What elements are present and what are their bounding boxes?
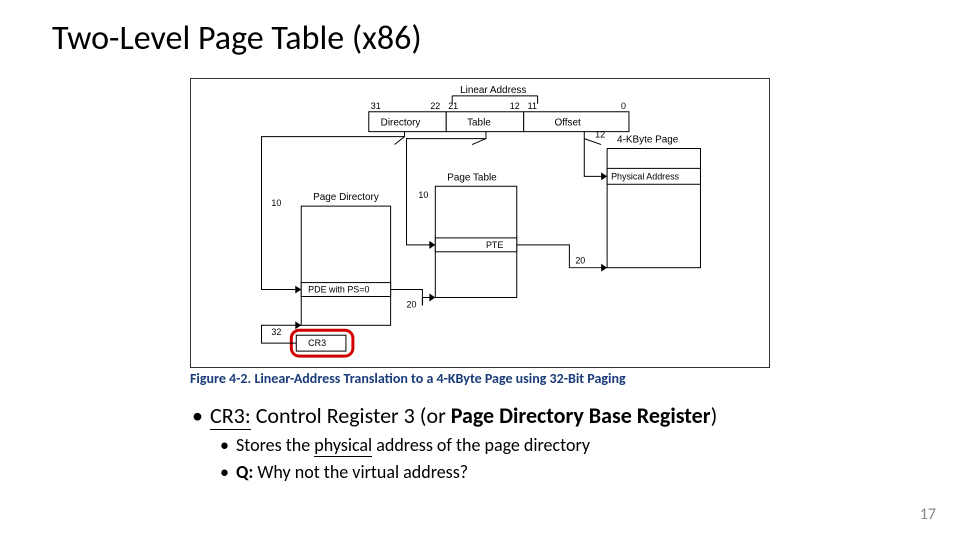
arrow-12: 12 bbox=[595, 130, 605, 140]
arrow-10a: 10 bbox=[271, 198, 281, 208]
bullet-question: Q: Why not the virtual address? bbox=[192, 461, 872, 484]
paging-diagram-svg: Linear Address 31 22 21 12 11 0 Director… bbox=[191, 79, 769, 367]
bullet-physical-underline: physical bbox=[314, 434, 372, 457]
bullet-cr3-rest: Control Register 3 (or bbox=[251, 402, 451, 429]
field-table: Table bbox=[467, 118, 491, 129]
linear-address-label: Linear Address bbox=[460, 85, 526, 96]
bullet-cr3-close: ) bbox=[711, 402, 718, 429]
bullet-question-rest: Why not the virtual address? bbox=[253, 461, 468, 483]
arrow-20a: 20 bbox=[407, 299, 417, 309]
field-offset: Offset bbox=[554, 118, 581, 129]
bullet-physical: Stores the physical address of the page … bbox=[192, 434, 872, 457]
four-kbyte-page-label: 4-KByte Page bbox=[617, 135, 679, 146]
bullet-physical-post: address of the page directory bbox=[372, 434, 590, 456]
bullet-list: CR3: Control Register 3 (or Page Directo… bbox=[192, 402, 872, 484]
pde-label: PDE with PS=0 bbox=[308, 285, 369, 295]
figure-caption: Figure 4-2. Linear-Address Translation t… bbox=[190, 370, 626, 387]
bit-31: 31 bbox=[371, 101, 381, 111]
arrow-32: 32 bbox=[271, 327, 281, 337]
pte-label: PTE bbox=[486, 240, 503, 250]
figure-caption-prefix: Figure 4-2. bbox=[190, 370, 254, 387]
physical-address-label: Physical Address bbox=[611, 171, 679, 181]
figure-caption-text: Linear-Address Translation to a 4-KByte … bbox=[254, 370, 625, 387]
diagram-figure: Linear Address 31 22 21 12 11 0 Director… bbox=[190, 78, 770, 368]
bit-11: 11 bbox=[528, 101, 537, 111]
slide-title: Two-Level Page Table (x86) bbox=[0, 0, 960, 59]
page-table-label: Page Table bbox=[447, 172, 497, 183]
bullet-question-q: Q: bbox=[236, 461, 253, 483]
bit-12: 12 bbox=[510, 101, 520, 111]
page-directory-label: Page Directory bbox=[313, 192, 379, 203]
bullet-cr3: CR3: Control Register 3 (or Page Directo… bbox=[192, 402, 872, 430]
bullet-cr3-prefix: CR3: bbox=[210, 402, 251, 430]
arrow-20b: 20 bbox=[575, 256, 585, 266]
bit-0: 0 bbox=[621, 101, 626, 111]
bit-22: 22 bbox=[430, 101, 440, 111]
bullet-physical-pre: Stores the bbox=[236, 434, 314, 456]
field-directory: Directory bbox=[381, 118, 421, 129]
bit-21: 21 bbox=[448, 101, 458, 111]
arrow-10b: 10 bbox=[418, 190, 428, 200]
bullet-cr3-bold: Page Directory Base Register bbox=[451, 402, 711, 429]
page-number: 17 bbox=[920, 505, 936, 524]
cr3-label: CR3 bbox=[308, 338, 326, 348]
